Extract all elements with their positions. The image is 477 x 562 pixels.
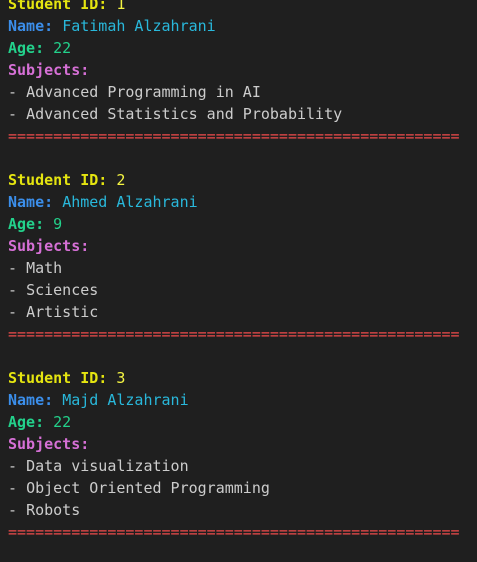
student-name-value: Majd Alzahrani bbox=[62, 391, 189, 409]
subjects-label: Subjects: bbox=[8, 61, 90, 79]
student-name-value: Fatimah Alzahrani bbox=[62, 17, 216, 35]
subject-item: - Advanced Statistics and Probability bbox=[8, 103, 470, 125]
subjects-label: Subjects: bbox=[8, 435, 90, 453]
subject-item: - Object Oriented Programming bbox=[8, 477, 470, 499]
bullet: - bbox=[8, 303, 27, 321]
student-record: Student ID: 1 Name: Fatimah Alzahrani Ag… bbox=[8, 0, 470, 169]
student-id-line: Student ID: 1 bbox=[8, 0, 470, 15]
student-id-line: Student ID: 3 bbox=[8, 367, 470, 389]
bullet: - bbox=[8, 259, 27, 277]
bullet: - bbox=[8, 105, 27, 123]
subject-text: Object Oriented Programming bbox=[26, 479, 270, 497]
student-id-value: 1 bbox=[116, 0, 126, 13]
student-record: Student ID: 2 Name: Ahmed Alzahrani Age:… bbox=[8, 169, 470, 367]
subject-text: Sciences bbox=[26, 281, 99, 299]
separator-line: ========================================… bbox=[8, 127, 460, 145]
separator-line: ========================================… bbox=[8, 523, 460, 541]
subject-text: Robots bbox=[26, 501, 81, 519]
subject-item: - Advanced Programming in AI bbox=[8, 81, 470, 103]
student-id-label: Student ID: bbox=[8, 171, 108, 189]
student-record: Student ID: 3 Name: Majd Alzahrani Age: … bbox=[8, 367, 470, 543]
subjects-label: Subjects: bbox=[8, 237, 90, 255]
subject-item: - Data visualization bbox=[8, 455, 470, 477]
student-name-label: Name: bbox=[8, 193, 54, 211]
subject-item: - Artistic bbox=[8, 301, 470, 323]
bullet: - bbox=[8, 479, 27, 497]
terminal-output: Student ID: 1 Name: Fatimah Alzahrani Ag… bbox=[8, 0, 470, 543]
student-age-label: Age: bbox=[8, 413, 45, 431]
student-name-line: Name: Ahmed Alzahrani bbox=[8, 191, 470, 213]
subject-text: Math bbox=[26, 259, 63, 277]
bullet: - bbox=[8, 501, 27, 519]
subjects-heading: Subjects: bbox=[8, 235, 470, 257]
student-name-value: Ahmed Alzahrani bbox=[62, 193, 198, 211]
student-age-line: Age: 9 bbox=[8, 213, 470, 235]
student-age-label: Age: bbox=[8, 215, 45, 233]
subjects-heading: Subjects: bbox=[8, 433, 470, 455]
student-id-label: Student ID: bbox=[8, 0, 108, 13]
subjects-heading: Subjects: bbox=[8, 59, 470, 81]
subject-text: Advanced Programming in AI bbox=[26, 83, 261, 101]
subject-item: - Robots bbox=[8, 499, 470, 521]
subject-text: Data visualization bbox=[26, 457, 189, 475]
student-age-line: Age: 22 bbox=[8, 37, 470, 59]
student-age-line: Age: 22 bbox=[8, 411, 470, 433]
student-id-line: Student ID: 2 bbox=[8, 169, 470, 191]
student-name-line: Name: Fatimah Alzahrani bbox=[8, 15, 470, 37]
student-age-value: 22 bbox=[53, 39, 72, 57]
student-name-label: Name: bbox=[8, 391, 54, 409]
bullet: - bbox=[8, 83, 27, 101]
subject-item: - Math bbox=[8, 257, 470, 279]
subject-text: Artistic bbox=[26, 303, 99, 321]
subject-text: Advanced Statistics and Probability bbox=[26, 105, 343, 123]
student-age-label: Age: bbox=[8, 39, 45, 57]
student-name-line: Name: Majd Alzahrani bbox=[8, 389, 470, 411]
student-id-label: Student ID: bbox=[8, 369, 108, 387]
student-id-value: 2 bbox=[116, 171, 126, 189]
student-name-label: Name: bbox=[8, 17, 54, 35]
student-age-value: 9 bbox=[53, 215, 63, 233]
bullet: - bbox=[8, 281, 27, 299]
subject-item: - Sciences bbox=[8, 279, 470, 301]
separator-line: ========================================… bbox=[8, 325, 460, 343]
bullet: - bbox=[8, 457, 27, 475]
student-id-value: 3 bbox=[116, 369, 126, 387]
student-age-value: 22 bbox=[53, 413, 72, 431]
